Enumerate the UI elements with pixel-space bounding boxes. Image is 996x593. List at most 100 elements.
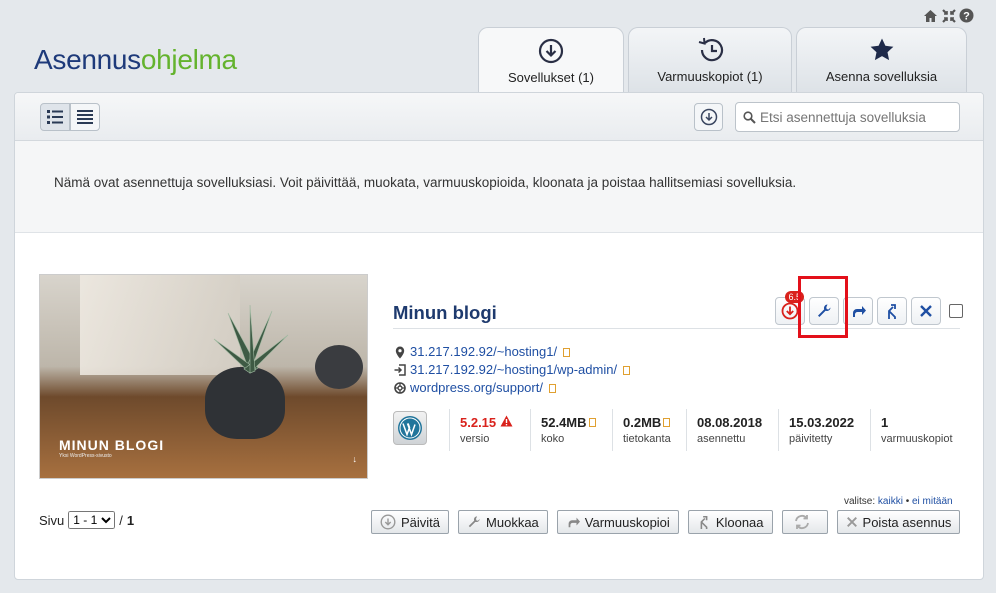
info-text: Nämä ovat asennettuja sovelluksiasi. Voi… (15, 141, 983, 233)
close-icon (920, 305, 932, 317)
select-all-link[interactable]: kaikki (878, 496, 903, 507)
app-thumbnail[interactable]: MINUN BLOGI Yksi WordPress-sivusto ↓ (39, 274, 368, 479)
external-link-icon[interactable] (588, 418, 596, 427)
link-row-admin: 31.217.192.92/~hosting1/wp-admin/ (394, 361, 631, 379)
updated-label: päivitetty (789, 433, 833, 445)
search-input[interactable] (760, 109, 950, 125)
download-circle-icon (538, 38, 564, 63)
wordpress-logo-icon (393, 411, 427, 445)
main-tabs: Sovellukset (1) Varmuuskopiot (1) Asenna… (478, 27, 967, 94)
delete-app-button[interactable] (911, 297, 941, 325)
backups-label: varmuuskopiot (881, 433, 953, 445)
compact-view-button[interactable] (70, 103, 100, 131)
external-link-icon[interactable] (663, 418, 671, 427)
admin-url-link[interactable]: 31.217.192.92/~hosting1/wp-admin/ (410, 361, 617, 379)
select-all-row: valitse: kaikki • ei mitään (844, 496, 953, 507)
bulk-delete-label: Poista asennus (862, 514, 952, 530)
thumbnail-subtitle: Yksi WordPress-sivusto (59, 453, 112, 459)
support-lifebuoy-icon (394, 382, 406, 394)
search-icon (743, 110, 756, 124)
size-value: 52.4MB (541, 415, 587, 430)
external-link-icon[interactable] (548, 383, 556, 393)
page-label: Sivu (39, 512, 65, 528)
svg-text:?: ? (963, 11, 970, 23)
app-stats: 5.2.15 versio 52.4MB koko 0.2MB tietokan… (393, 409, 960, 451)
detail-view-button[interactable] (40, 103, 70, 131)
compact-list-icon (77, 110, 93, 124)
select-prefix: valitse: (844, 496, 876, 507)
toolbar (15, 93, 983, 141)
tab-backups[interactable]: Varmuuskopiot (1) (628, 27, 792, 93)
stat-database: 0.2MB tietokanta (612, 409, 686, 451)
home-icon[interactable] (923, 8, 938, 23)
backups-value: 1 (881, 415, 889, 430)
database-value: 0.2MB (623, 415, 662, 430)
bulk-edit-label: Muokkaa (486, 514, 539, 530)
location-pin-icon (395, 346, 405, 358)
detail-list-icon (47, 110, 63, 124)
bulk-update-label: Päivitä (401, 514, 441, 530)
top-icons: ? (923, 8, 974, 23)
bulk-backup-button[interactable]: Varmuuskopioi (556, 510, 679, 534)
thumbnail-pot (205, 367, 285, 439)
download-button[interactable] (694, 103, 723, 131)
bulk-backup-label: Varmuuskopioi (584, 514, 670, 530)
tab-install-label: Asenna sovelluksia (825, 69, 938, 84)
database-label: tietokanta (623, 433, 671, 445)
plant-leaves (213, 305, 289, 374)
support-url-link[interactable]: wordpress.org/support/ (410, 379, 543, 397)
app-links: 31.217.192.92/~hosting1/ 31.217.192.92/~… (394, 343, 631, 397)
update-icon (781, 302, 799, 320)
help-icon[interactable]: ? (959, 8, 974, 23)
external-link-icon[interactable] (563, 347, 571, 357)
stat-backups: 1 varmuuskopiot (870, 409, 960, 451)
clone-fork-icon (888, 304, 896, 319)
title-divider (393, 328, 960, 329)
select-separator: • (905, 496, 910, 507)
thumbnail-title: MINUN BLOGI (59, 437, 165, 453)
page-select[interactable]: 1 - 1 (68, 511, 116, 529)
download-circle-icon (700, 108, 717, 126)
installed-value: 08.08.2018 (697, 415, 763, 430)
app-select-checkbox[interactable] (949, 304, 963, 318)
tab-backups-label: Varmuuskopiot (1) (657, 69, 763, 84)
bulk-update-button[interactable]: Päivitä (371, 510, 450, 534)
page-total: 1 (126, 512, 135, 528)
tab-install-applications[interactable]: Asenna sovelluksia (796, 27, 967, 93)
bulk-delete-button[interactable]: Poista asennus (836, 510, 961, 534)
share-arrow-icon (853, 306, 866, 317)
bulk-actions: Päivitä Muokkaa Varmuuskopioi Kloonaa Po… (371, 510, 961, 534)
main-panel: Nämä ovat asennettuja sovelluksiasi. Voi… (14, 92, 984, 580)
select-none-link[interactable]: ei mitään (912, 496, 953, 507)
stat-updated: 15.03.2022 päivitetty (778, 409, 870, 451)
tab-applications-label: Sovellukset (1) (508, 69, 594, 85)
version-label: versio (460, 433, 490, 445)
bulk-edit-button[interactable]: Muokkaa (458, 510, 548, 534)
external-link-icon[interactable] (623, 365, 631, 375)
link-row-site: 31.217.192.92/~hosting1/ (394, 343, 630, 361)
page-slash: / (119, 512, 123, 528)
star-icon (870, 38, 893, 61)
stat-version: 5.2.15 versio (449, 409, 530, 451)
link-row-support: wordpress.org/support/ (394, 379, 630, 397)
version-value: 5.2.15 (460, 415, 497, 430)
app-logo: Asennusohjelma (34, 44, 237, 75)
bulk-clone-label: Kloonaa (715, 514, 764, 530)
refresh-icon (795, 515, 809, 529)
installed-label: asennettu (697, 433, 746, 445)
pagination: Sivu 1 - 1 / 1 (39, 511, 134, 529)
app-title: Minun blogi (393, 302, 497, 323)
stat-installed: 08.08.2018 asennettu (686, 409, 778, 451)
clone-app-button[interactable] (877, 297, 907, 325)
login-icon (394, 364, 406, 376)
search-box[interactable] (735, 102, 960, 132)
site-url-link[interactable]: 31.217.192.92/~hosting1/ (410, 343, 557, 361)
size-label: koko (541, 433, 565, 445)
collapse-icon[interactable] (941, 8, 956, 23)
bulk-sync-button[interactable] (781, 510, 828, 534)
stat-size: 52.4MB koko (530, 409, 612, 451)
arrow-down-icon: ↓ (352, 454, 358, 464)
share-arrow-icon (568, 517, 580, 528)
tab-applications[interactable]: Sovellukset (1) (478, 27, 624, 94)
bulk-clone-button[interactable]: Kloonaa (687, 510, 773, 534)
